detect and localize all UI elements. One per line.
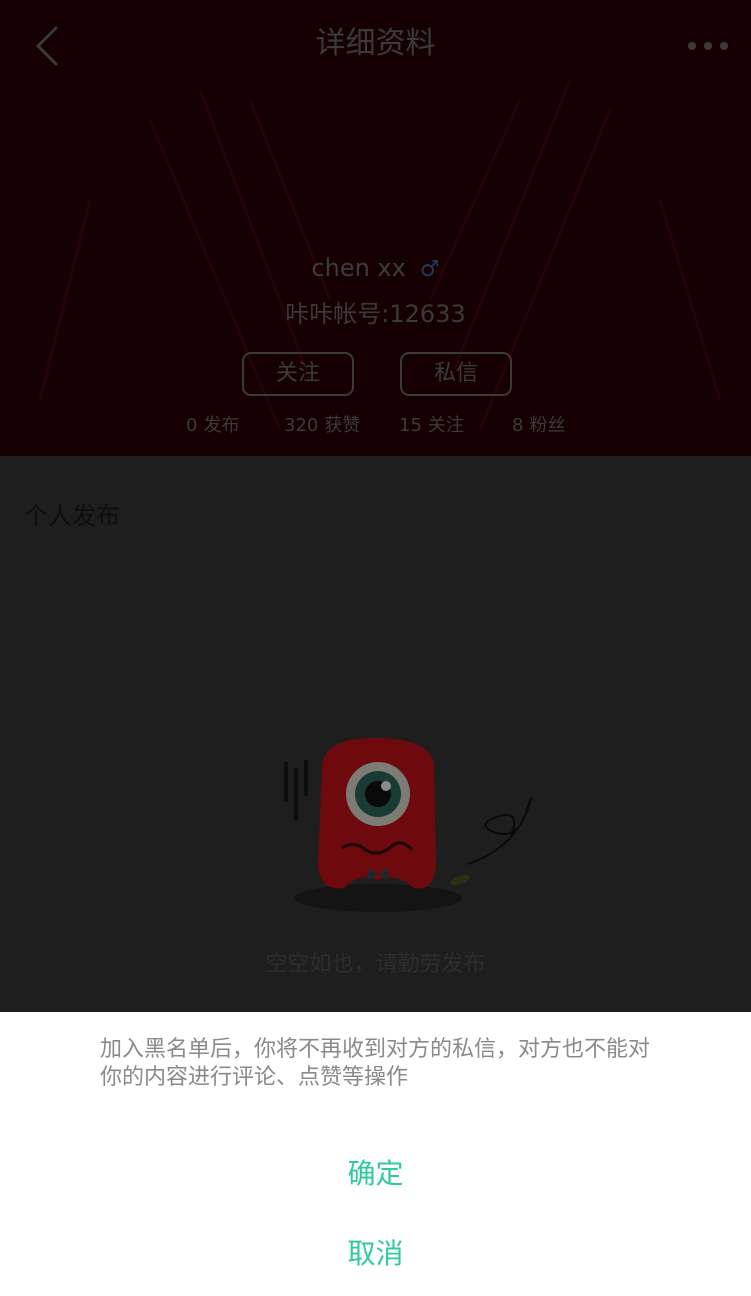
stat-label: 获赞 (324, 415, 361, 436)
section-title: 个人发布 (24, 502, 120, 530)
blacklist-confirm-sheet: 加入黑名单后，你将不再收到对方的私信，对方也不能对你的内容进行评论、点赞等操作 … (0, 1012, 751, 1296)
account-id: 咔咔帐号:12633 (285, 300, 466, 328)
username: chen xx (311, 254, 406, 282)
profile-header: 详细资料 chen xx ♂ 咔咔帐号:12633 关注 私信 0 发布 320 获赞… (0, 0, 751, 456)
empty-mascot-illustration (284, 738, 533, 912)
sheet-message: 加入黑名单后，你将不再收到对方的私信，对方也不能对你的内容进行评论、点赞等操作 (100, 1037, 651, 1090)
background-pattern (38, 79, 722, 431)
more-button[interactable] (682, 24, 734, 68)
stat-followers[interactable]: 8 粉丝 (512, 412, 565, 440)
stat-label: 关注 (427, 415, 464, 436)
message-button[interactable]: 私信 (400, 352, 512, 396)
stat-posts[interactable]: 0 发布 (186, 412, 239, 440)
follow-button[interactable]: 关注 (242, 352, 354, 396)
stats-row: 0 发布 320 获赞 15 关注 8 粉丝 (0, 412, 751, 440)
cancel-button[interactable]: 取消 (0, 1232, 751, 1276)
empty-state-text: 空空如也，请勤劳发布 (265, 952, 486, 977)
more-dots-icon (688, 42, 728, 50)
page-title: 详细资料 (315, 26, 436, 61)
confirm-button[interactable]: 确定 (0, 1152, 751, 1196)
stat-label: 发布 (203, 415, 240, 436)
gender-male-icon: ♂ (419, 257, 440, 282)
stat-value: 15 (399, 415, 422, 436)
stat-value: 8 (512, 415, 524, 436)
stat-value: 0 (186, 415, 198, 436)
stat-likes[interactable]: 320 获赞 (284, 412, 360, 440)
username-row: chen xx ♂ (0, 250, 751, 289)
stat-label: 粉丝 (529, 415, 566, 436)
stat-following[interactable]: 15 关注 (399, 412, 464, 440)
stat-value: 320 (284, 415, 319, 436)
